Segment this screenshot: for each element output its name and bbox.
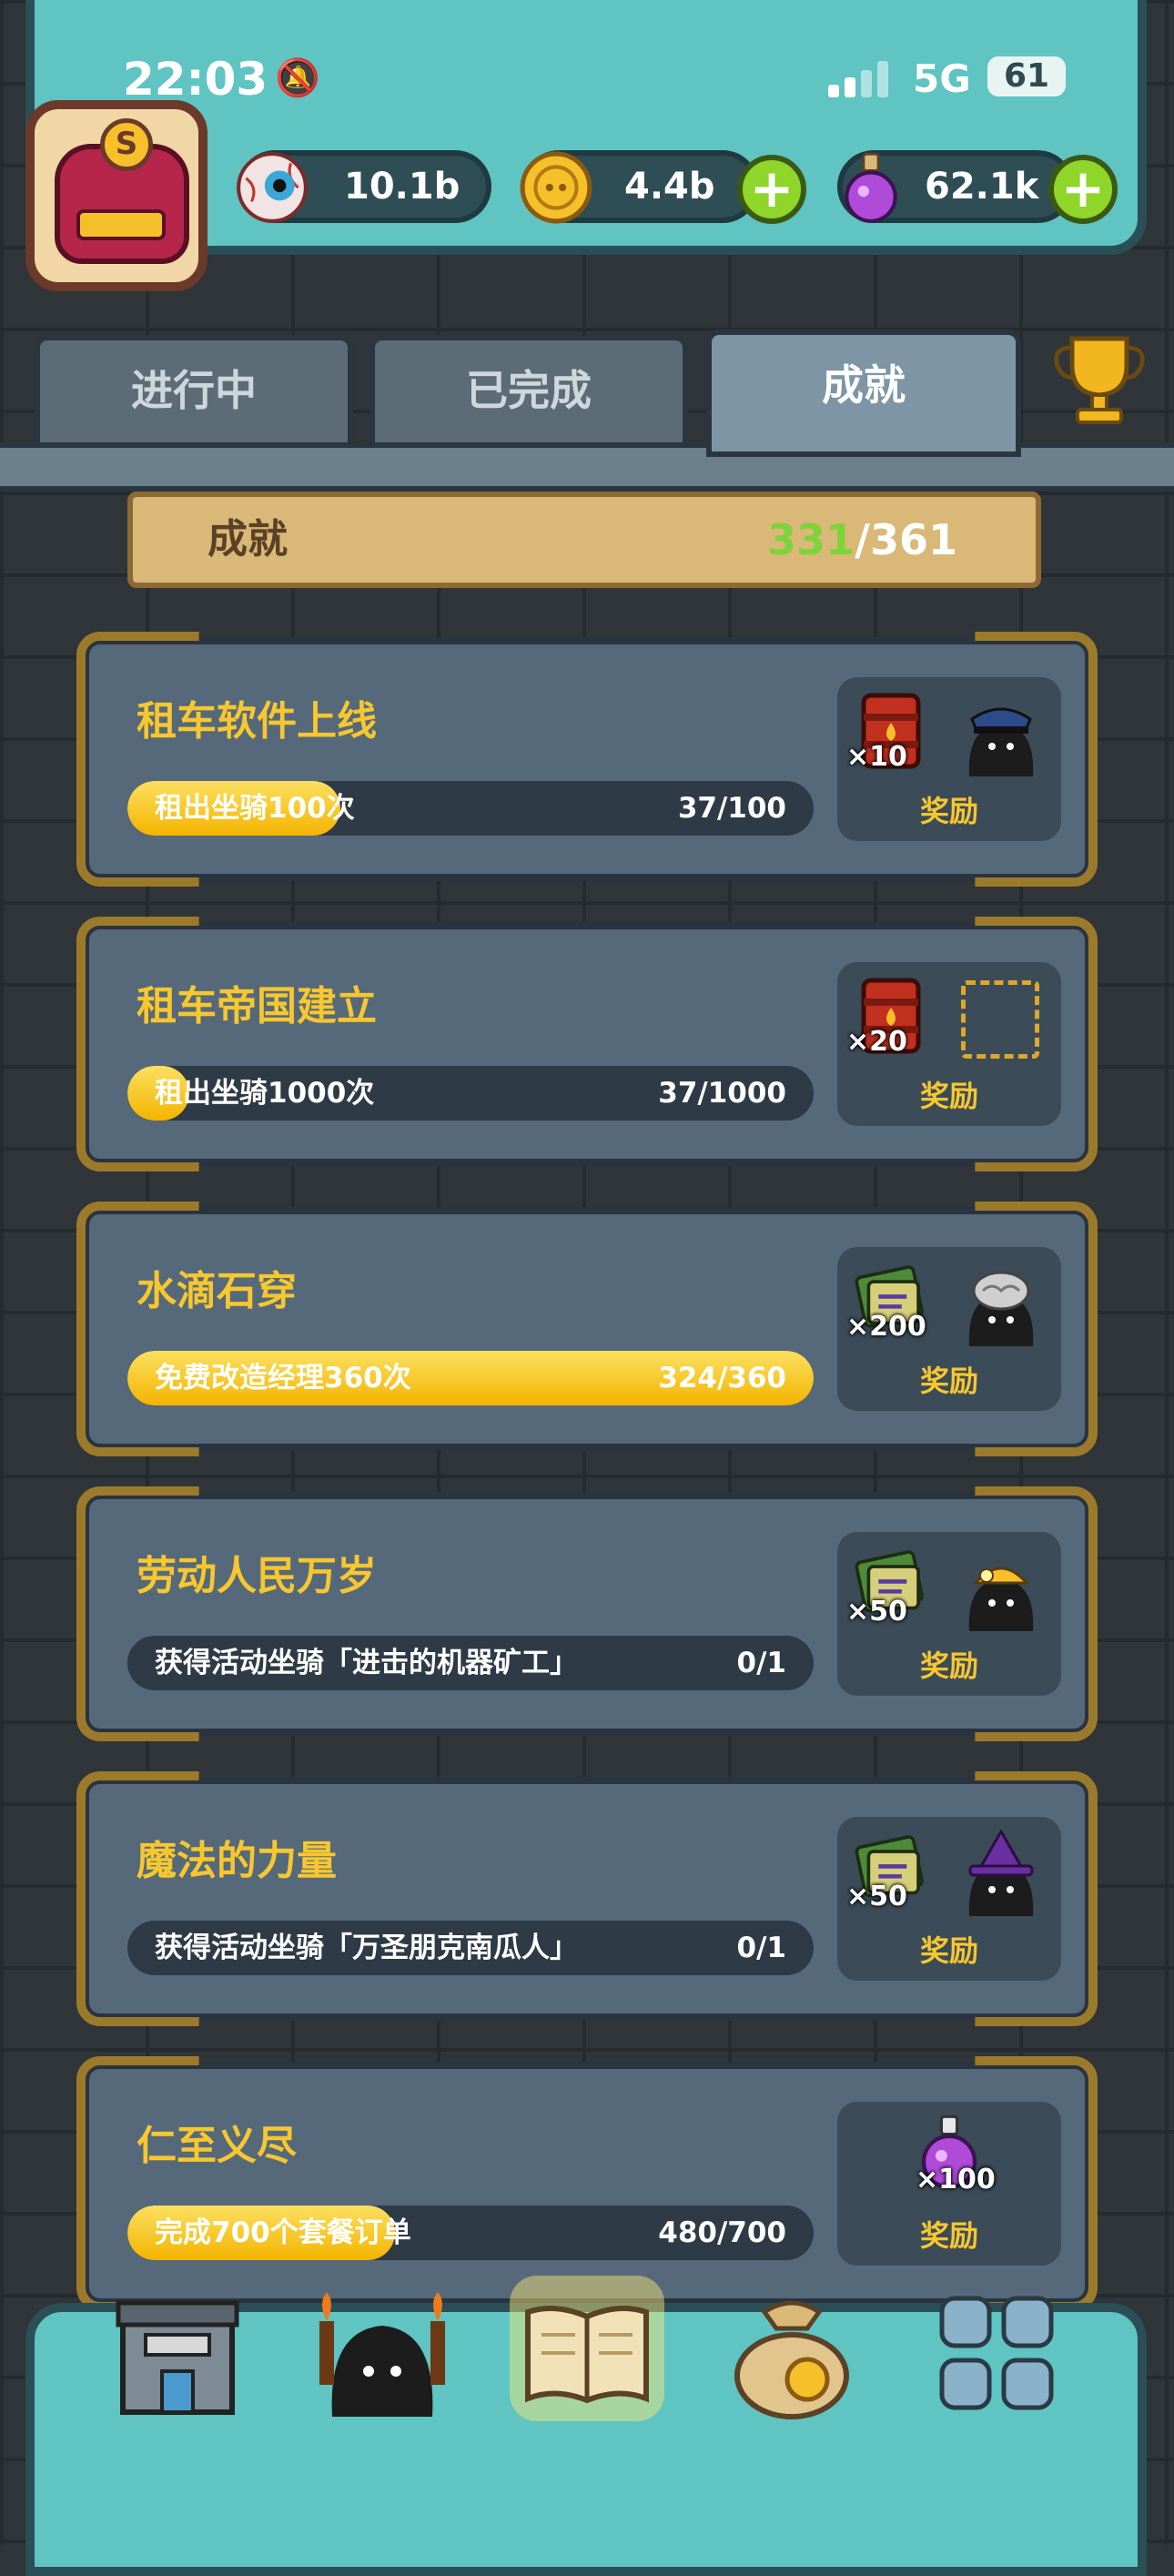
reward-label: 奖励	[919, 1364, 978, 1398]
achievement-task: 获得活动坐骑「万圣朋克南瓜人」	[155, 1932, 578, 1964]
reward-label: 奖励	[919, 794, 978, 828]
achievement-card: 仁至义尽 完成700个套餐订单 480/700 ×100 奖励	[82, 2062, 1092, 2306]
achievement-title: 租车软件上线	[137, 698, 377, 745]
reward-box[interactable]: ×10 奖励	[837, 677, 1061, 841]
eye-resource: 10.1b	[237, 150, 491, 223]
achievement-title: 魔法的力量	[137, 1838, 337, 1884]
potion-amount: 62.1k	[925, 166, 1039, 208]
achievement-progress: 480/700	[658, 2216, 786, 2249]
reward-quantity: ×10	[846, 741, 907, 773]
achievement-progress: 0/1	[736, 1647, 786, 1679]
reward-box[interactable]: ×100 奖励	[837, 2102, 1061, 2266]
coin-amount: 4.4b	[624, 166, 715, 208]
achievement-title: 劳动人民万岁	[137, 1553, 377, 1599]
reward-quantity: ×50	[846, 1881, 907, 1912]
achievement-task: 租出坐骑100次	[155, 792, 355, 825]
status-time: 22:03	[123, 53, 268, 106]
miner-blob-icon	[968, 1567, 1034, 1631]
achievement-card: 水滴石穿 免费改造经理360次 324/360 ×200 奖励	[82, 1207, 1092, 1451]
shop-building-icon[interactable]	[109, 2285, 246, 2421]
rank-s-badge: S	[100, 118, 153, 171]
brain-blob-icon	[968, 1271, 1034, 1346]
achievement-progress: 37/1000	[658, 1077, 786, 1110]
reward-box[interactable]: ×20 奖励	[837, 962, 1061, 1126]
achievement-task: 租出坐骑1000次	[155, 1077, 375, 1110]
achievement-progress-bar: 获得活动坐骑「万圣朋克南瓜人」 0/1	[127, 1921, 814, 1975]
achievement-card: 租车帝国建立 租出坐骑1000次 37/1000 ×20 奖励	[82, 922, 1092, 1166]
achievement-banner: 成就 331/361	[127, 492, 1041, 588]
reward-label: 奖励	[919, 2218, 978, 2253]
potion-resource: 62.1k	[837, 150, 1074, 223]
achievement-total-count: /361	[855, 515, 957, 564]
reward-box[interactable]: ×50 奖励	[837, 1532, 1061, 1696]
reward-quantity: ×200	[846, 1311, 926, 1343]
achievement-card: 魔法的力量 获得活动坐骑「万圣朋克南瓜人」 0/1 ×50 奖励	[82, 1777, 1092, 2021]
manager-monster-icon[interactable]	[314, 2285, 450, 2421]
eyeball-icon	[237, 152, 308, 223]
avatar-monster-icon: S	[55, 118, 189, 264]
network-label: 5G	[913, 56, 971, 101]
banner-title: 成就	[207, 516, 288, 563]
add-potions-button[interactable]: +	[1048, 155, 1118, 224]
witch-blob-icon	[968, 1830, 1034, 1916]
achievement-progress-bar: 免费改造经理360次 324/360	[127, 1351, 814, 1405]
add-coins-button[interactable]: +	[737, 155, 806, 224]
coin-icon	[520, 151, 592, 224]
signal-icon	[828, 59, 892, 97]
bell-muted-icon: 🔕	[275, 57, 320, 99]
reward-quantity: ×20	[846, 1026, 907, 1058]
achievement-task: 完成700个套餐订单	[155, 2216, 411, 2249]
achievement-progress: 37/100	[677, 792, 786, 825]
menu-grid-icon[interactable]	[928, 2285, 1065, 2421]
achievement-progress-bar: 租出坐骑1000次 37/1000	[127, 1066, 814, 1121]
battery-icon: 61	[987, 56, 1066, 96]
achievement-done-count: 331	[767, 515, 855, 564]
reward-label: 奖励	[919, 1933, 978, 1968]
reward-quantity: ×50	[846, 1596, 907, 1628]
potion-icon	[845, 152, 897, 223]
reward-label: 奖励	[919, 1079, 978, 1113]
achievement-progress: 324/360	[658, 1362, 786, 1394]
battery-level: 61	[1003, 57, 1050, 95]
tab-achievements[interactable]: 成就	[706, 330, 1021, 457]
achievement-card: 劳动人民万岁 获得活动坐骑「进击的机器矿工」 0/1 ×50 奖励	[82, 1492, 1092, 1736]
achievement-title: 仁至义尽	[137, 2123, 297, 2169]
achievement-count: 331/361	[767, 497, 957, 583]
avatar-teeth	[76, 209, 166, 240]
empty-reward-slot	[961, 980, 1039, 1059]
coin-resource: 4.4b	[520, 150, 759, 224]
achievement-title: 水滴石穿	[137, 1268, 297, 1314]
achievement-task: 获得活动坐骑「进击的机器矿工」	[155, 1647, 578, 1679]
achievement-card: 租车软件上线 租出坐骑100次 37/100 ×10 奖励	[82, 637, 1092, 881]
tab-completed[interactable]: 已完成	[369, 335, 688, 448]
achievement-progress-bar: 完成700个套餐订单 480/700	[127, 2206, 814, 2260]
reward-quantity: ×100	[916, 2164, 996, 2196]
reward-label: 奖励	[919, 1648, 978, 1683]
player-avatar[interactable]: S	[25, 100, 207, 291]
police-blob-icon	[968, 707, 1034, 776]
achievement-task: 免费改造经理360次	[155, 1362, 411, 1394]
trophy-icon[interactable]	[1045, 330, 1154, 430]
achievement-progress-bar: 租出坐骑100次 37/100	[127, 781, 814, 836]
achievement-title: 租车帝国建立	[137, 983, 377, 1029]
money-bag-icon[interactable]	[724, 2285, 860, 2421]
open-book-icon[interactable]	[519, 2280, 655, 2417]
achievement-progress-bar: 获得活动坐骑「进击的机器矿工」 0/1	[127, 1636, 814, 1690]
reward-box[interactable]: ×200 奖励	[837, 1247, 1061, 1411]
achievement-progress: 0/1	[736, 1932, 786, 1964]
reward-box[interactable]: ×50 奖励	[837, 1817, 1061, 1981]
tab-in-progress[interactable]: 进行中	[35, 335, 353, 448]
eye-amount: 10.1b	[344, 166, 460, 208]
